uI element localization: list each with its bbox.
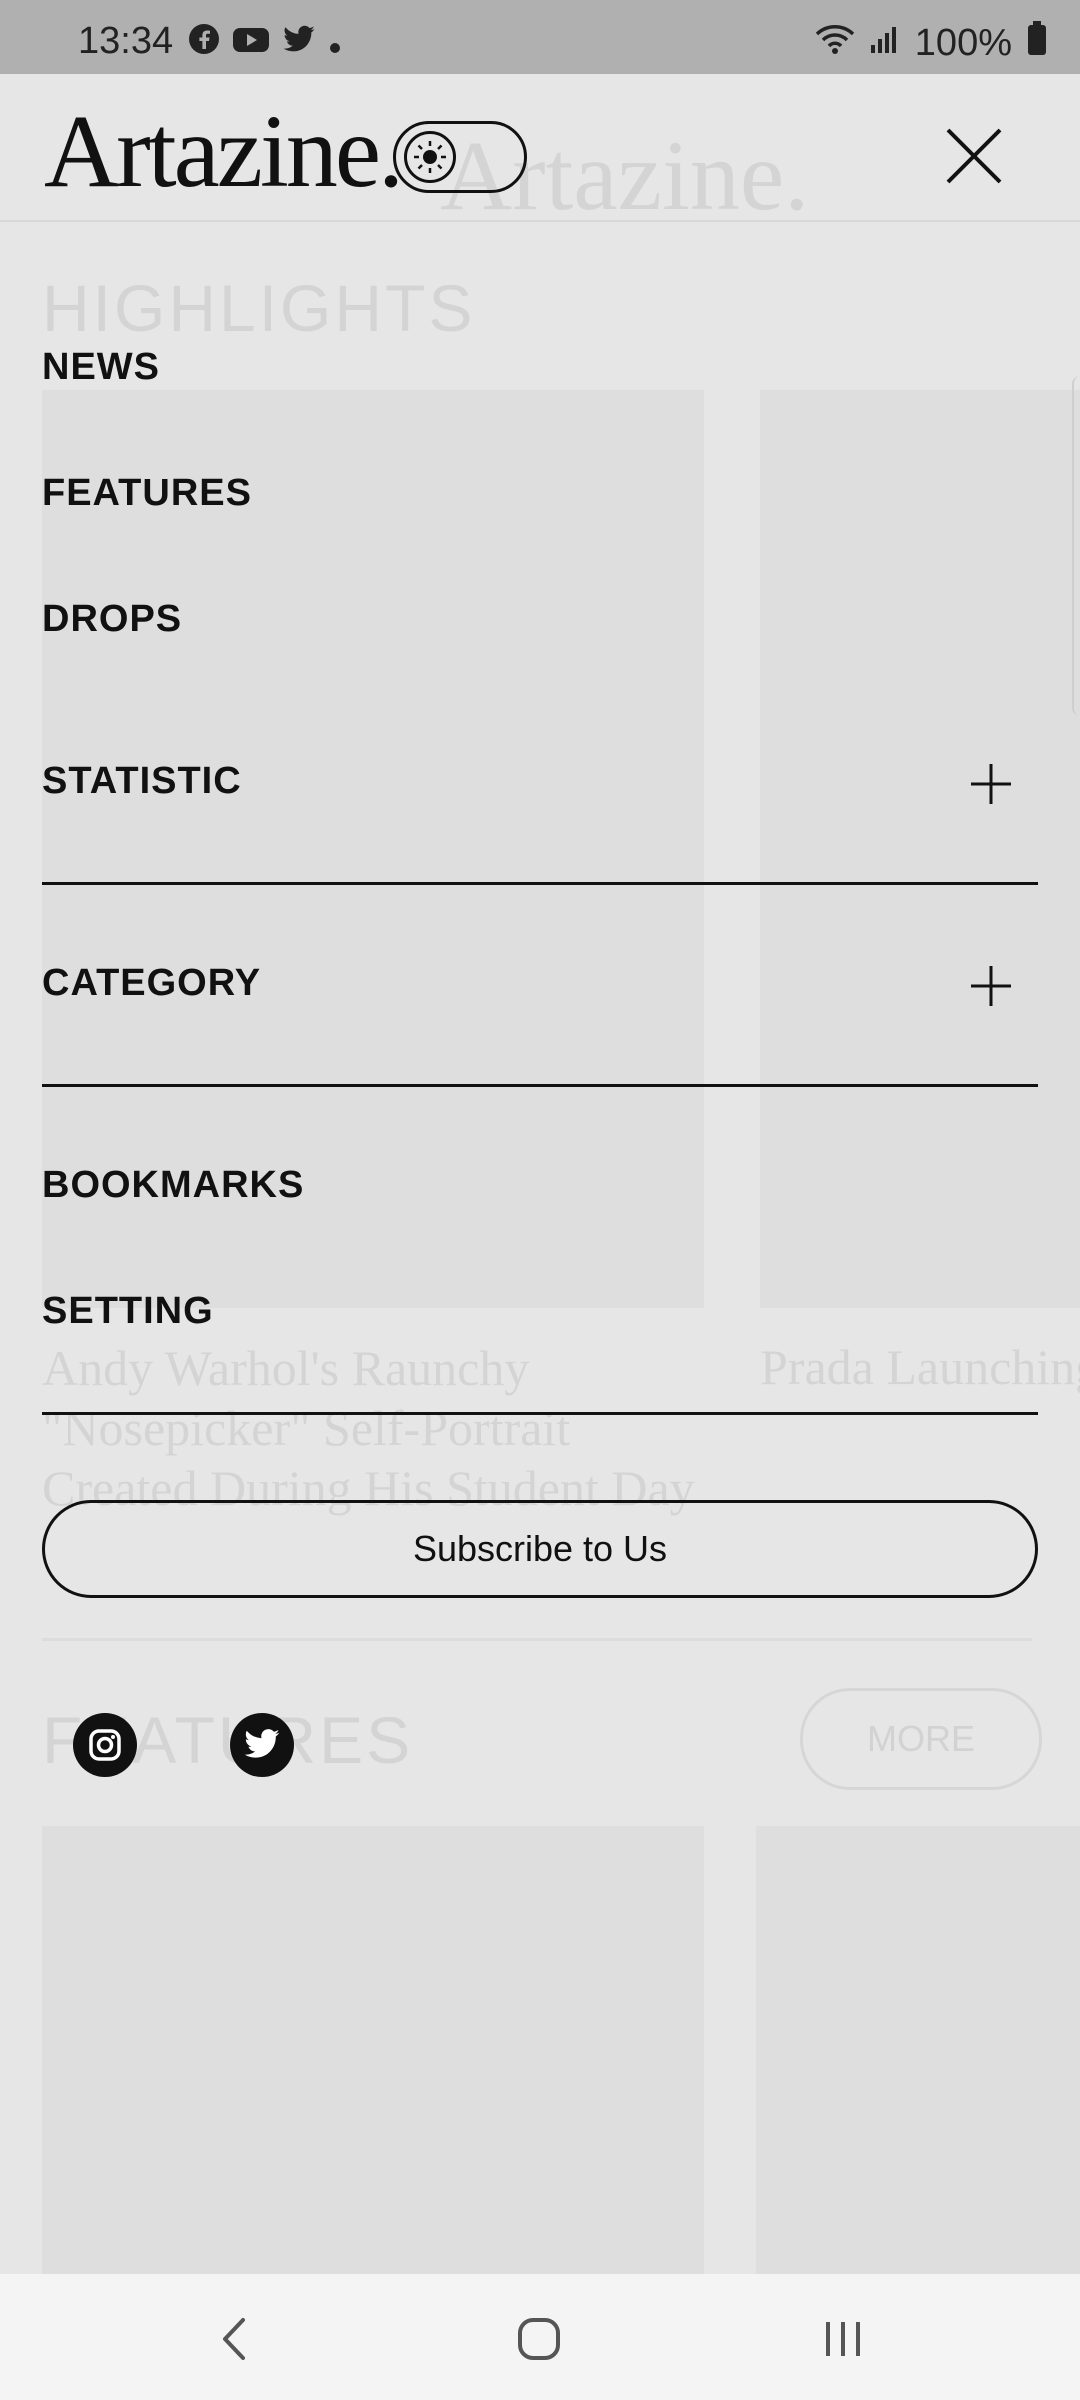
theme-toggle[interactable] bbox=[393, 121, 527, 193]
expand-category-icon[interactable] bbox=[969, 964, 1013, 1008]
battery-icon bbox=[1026, 20, 1048, 66]
header-divider bbox=[0, 220, 1080, 222]
status-time: 13:34 bbox=[78, 20, 174, 62]
setting-divider bbox=[42, 1412, 1038, 1415]
bg-scroll-handle bbox=[1072, 376, 1080, 716]
statistic-divider bbox=[42, 882, 1038, 885]
bg-article-title: Andy Warhol's Raunchy "Nosepicker" Self-… bbox=[42, 1340, 695, 1516]
bg-section-title: HIGHLIGHTS bbox=[42, 271, 476, 345]
close-icon[interactable] bbox=[944, 126, 1004, 186]
signal-icon bbox=[869, 22, 901, 65]
wifi-icon bbox=[815, 22, 855, 65]
bg-divider bbox=[42, 1638, 1032, 1641]
twitter-icon bbox=[282, 22, 316, 65]
battery-text: 100% bbox=[914, 21, 1012, 64]
status-bar: 13:34 100% bbox=[0, 0, 1080, 74]
menu-item-statistic[interactable]: STATISTIC bbox=[42, 760, 242, 803]
twitter-icon[interactable] bbox=[230, 1713, 294, 1777]
bg-more-button: MORE bbox=[800, 1688, 1042, 1790]
facebook-icon bbox=[188, 22, 220, 65]
expand-statistic-icon[interactable] bbox=[969, 762, 1013, 806]
category-divider bbox=[42, 1084, 1038, 1087]
dot-icon bbox=[328, 22, 342, 65]
menu-item-drops[interactable]: DROPS bbox=[42, 598, 182, 641]
recents-icon[interactable] bbox=[808, 2304, 878, 2374]
instagram-icon[interactable] bbox=[73, 1713, 137, 1777]
menu-item-setting[interactable]: SETTING bbox=[42, 1290, 214, 1333]
navigation-bar bbox=[0, 2274, 1080, 2400]
bg-feature-image-2 bbox=[756, 1826, 1080, 2274]
menu-item-features[interactable]: FEATURES bbox=[42, 472, 252, 515]
bg-article-title-2: Prada Launching NFTs For Its Ori bbox=[760, 1339, 1080, 1395]
menu-item-news[interactable]: NEWS bbox=[42, 346, 160, 389]
menu-item-category[interactable]: CATEGORY bbox=[42, 962, 261, 1005]
home-icon[interactable] bbox=[504, 2304, 574, 2374]
sun-icon bbox=[404, 131, 456, 183]
bg-feature-image bbox=[42, 1826, 704, 2274]
bg-article-image-2 bbox=[760, 390, 1080, 1308]
subscribe-button[interactable]: Subscribe to Us bbox=[42, 1500, 1038, 1598]
menu-item-bookmarks[interactable]: BOOKMARKS bbox=[42, 1164, 304, 1207]
site-logo[interactable]: Artazine. bbox=[44, 100, 404, 204]
back-icon[interactable] bbox=[200, 2304, 270, 2374]
youtube-icon bbox=[232, 22, 270, 65]
